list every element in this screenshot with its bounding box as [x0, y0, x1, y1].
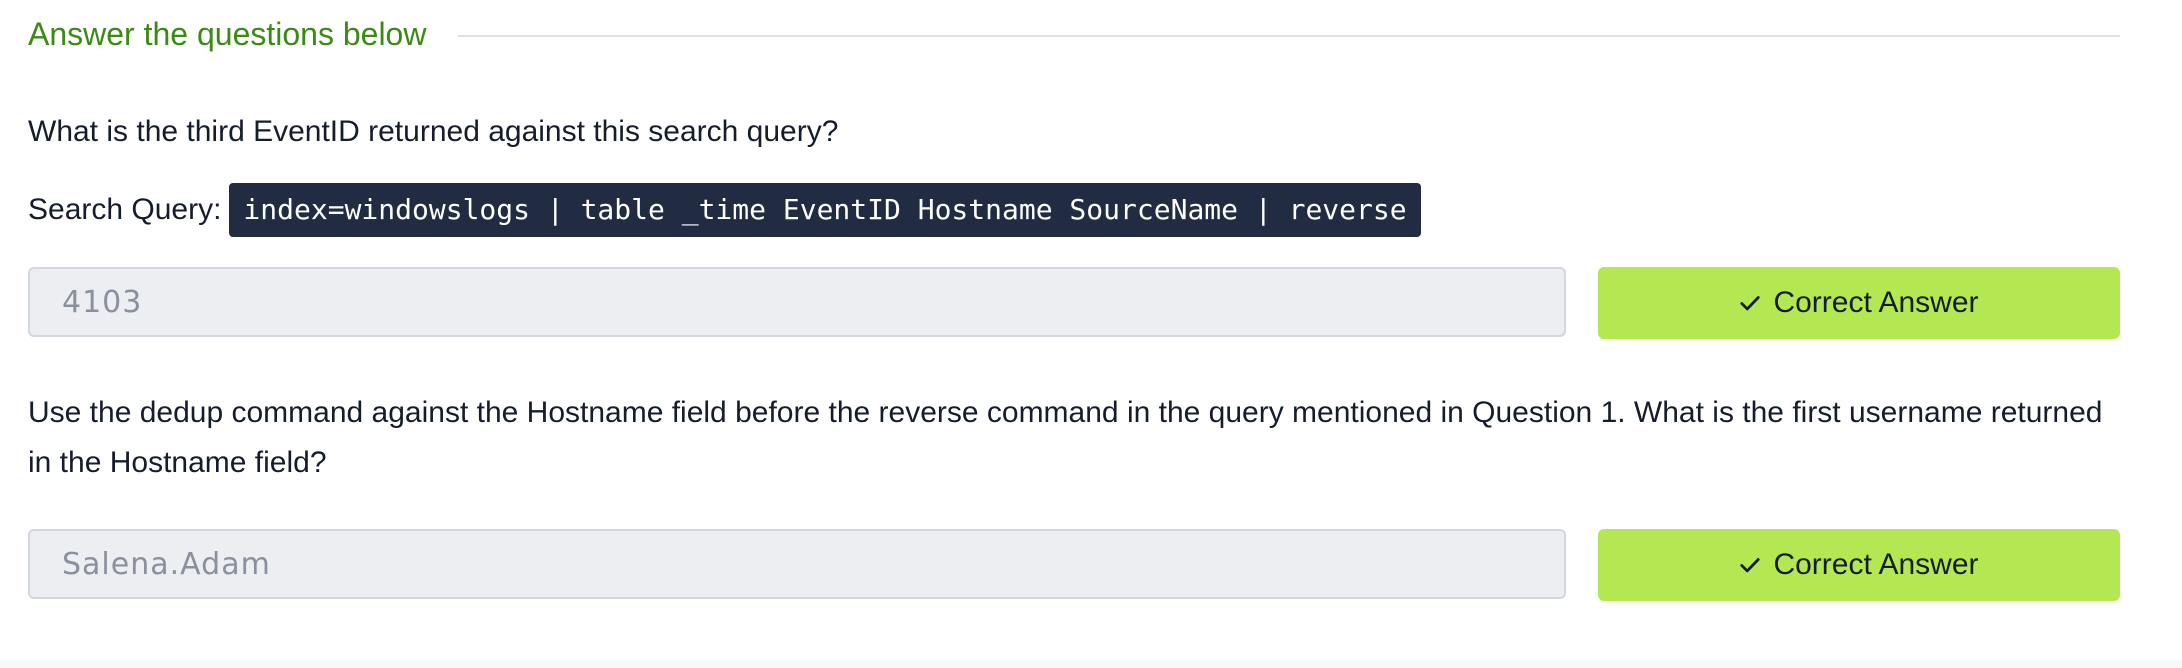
question-1-text: What is the third EventID returned again…	[28, 115, 839, 148]
search-query-line: Search Query: index=windowslogs | table …	[28, 183, 1421, 237]
question-2-correct-answer-button[interactable]: Correct Answer	[1598, 529, 2120, 601]
question-2-text: Use the dedup command against the Hostna…	[28, 396, 2103, 479]
check-icon	[1740, 558, 1761, 573]
section-divider	[458, 35, 2120, 37]
question-1-button-label: Correct Answer	[1773, 286, 1979, 319]
check-icon	[1740, 296, 1761, 311]
questions-panel: Answer the questions below What is the t…	[0, 0, 2182, 660]
section-header: Answer the questions below	[28, 10, 2120, 58]
search-query-label: Search Query:	[28, 193, 222, 226]
question-1-correct-answer-button[interactable]: Correct Answer	[1598, 267, 2120, 339]
question-2-button-label: Correct Answer	[1773, 548, 1979, 581]
search-query-code: index=windowslogs | table _time EventID …	[229, 183, 1421, 237]
question-1-answer-input[interactable]	[28, 267, 1566, 337]
section-title: Answer the questions below	[28, 15, 427, 52]
question-2-answer-input[interactable]	[28, 529, 1566, 599]
